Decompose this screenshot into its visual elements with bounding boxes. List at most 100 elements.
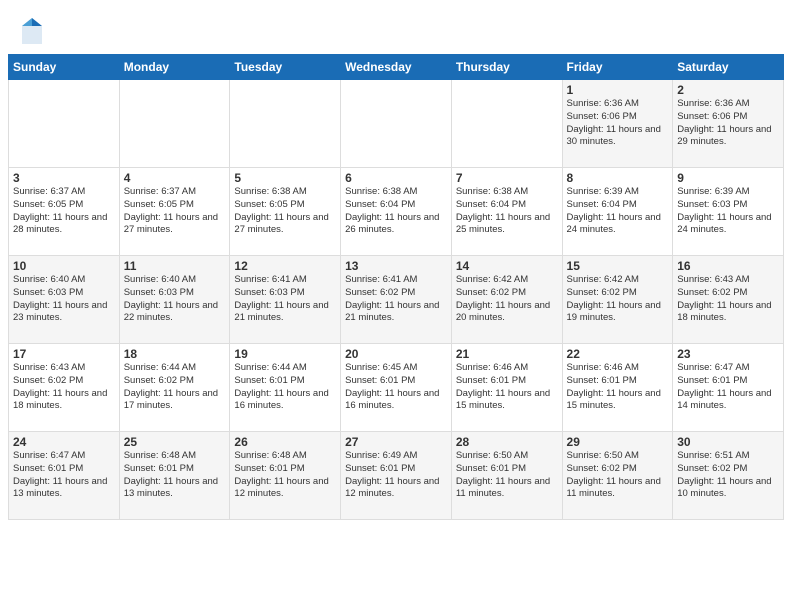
day-cell: 15Sunrise: 6:42 AM Sunset: 6:02 PM Dayli… <box>562 256 673 344</box>
day-detail: Sunrise: 6:42 AM Sunset: 6:02 PM Dayligh… <box>456 274 558 325</box>
day-cell: 1Sunrise: 6:36 AM Sunset: 6:06 PM Daylig… <box>562 80 673 168</box>
day-detail: Sunrise: 6:36 AM Sunset: 6:06 PM Dayligh… <box>567 98 669 149</box>
day-cell: 19Sunrise: 6:44 AM Sunset: 6:01 PM Dayli… <box>230 344 341 432</box>
day-number: 27 <box>345 435 447 449</box>
day-detail: Sunrise: 6:50 AM Sunset: 6:01 PM Dayligh… <box>456 450 558 501</box>
day-detail: Sunrise: 6:47 AM Sunset: 6:01 PM Dayligh… <box>13 450 115 501</box>
day-number: 7 <box>456 171 558 185</box>
day-number: 3 <box>13 171 115 185</box>
day-cell <box>341 80 452 168</box>
day-detail: Sunrise: 6:48 AM Sunset: 6:01 PM Dayligh… <box>124 450 226 501</box>
day-number: 15 <box>567 259 669 273</box>
day-number: 25 <box>124 435 226 449</box>
calendar-header: SundayMondayTuesdayWednesdayThursdayFrid… <box>9 55 784 80</box>
calendar-body: 1Sunrise: 6:36 AM Sunset: 6:06 PM Daylig… <box>9 80 784 520</box>
day-number: 23 <box>677 347 779 361</box>
day-number: 8 <box>567 171 669 185</box>
day-number: 20 <box>345 347 447 361</box>
day-detail: Sunrise: 6:38 AM Sunset: 6:05 PM Dayligh… <box>234 186 336 237</box>
day-detail: Sunrise: 6:43 AM Sunset: 6:02 PM Dayligh… <box>677 274 779 325</box>
day-cell: 20Sunrise: 6:45 AM Sunset: 6:01 PM Dayli… <box>341 344 452 432</box>
day-cell: 25Sunrise: 6:48 AM Sunset: 6:01 PM Dayli… <box>119 432 230 520</box>
header-row: SundayMondayTuesdayWednesdayThursdayFrid… <box>9 55 784 80</box>
week-row-5: 24Sunrise: 6:47 AM Sunset: 6:01 PM Dayli… <box>9 432 784 520</box>
day-cell: 10Sunrise: 6:40 AM Sunset: 6:03 PM Dayli… <box>9 256 120 344</box>
day-detail: Sunrise: 6:44 AM Sunset: 6:02 PM Dayligh… <box>124 362 226 413</box>
day-number: 5 <box>234 171 336 185</box>
day-detail: Sunrise: 6:46 AM Sunset: 6:01 PM Dayligh… <box>456 362 558 413</box>
day-cell: 14Sunrise: 6:42 AM Sunset: 6:02 PM Dayli… <box>451 256 562 344</box>
day-cell: 16Sunrise: 6:43 AM Sunset: 6:02 PM Dayli… <box>673 256 784 344</box>
day-number: 19 <box>234 347 336 361</box>
day-number: 12 <box>234 259 336 273</box>
day-cell: 13Sunrise: 6:41 AM Sunset: 6:02 PM Dayli… <box>341 256 452 344</box>
day-number: 26 <box>234 435 336 449</box>
day-number: 17 <box>13 347 115 361</box>
day-cell: 17Sunrise: 6:43 AM Sunset: 6:02 PM Dayli… <box>9 344 120 432</box>
day-cell <box>119 80 230 168</box>
day-number: 1 <box>567 83 669 97</box>
day-cell: 3Sunrise: 6:37 AM Sunset: 6:05 PM Daylig… <box>9 168 120 256</box>
day-cell: 23Sunrise: 6:47 AM Sunset: 6:01 PM Dayli… <box>673 344 784 432</box>
day-cell: 30Sunrise: 6:51 AM Sunset: 6:02 PM Dayli… <box>673 432 784 520</box>
day-cell: 11Sunrise: 6:40 AM Sunset: 6:03 PM Dayli… <box>119 256 230 344</box>
day-detail: Sunrise: 6:39 AM Sunset: 6:04 PM Dayligh… <box>567 186 669 237</box>
day-number: 14 <box>456 259 558 273</box>
day-detail: Sunrise: 6:38 AM Sunset: 6:04 PM Dayligh… <box>456 186 558 237</box>
week-row-2: 3 Sunrise: 6:37 AM Sunset: 6:05 PM Daylig… <box>9 168 784 256</box>
day-detail: Sunrise: 6:43 AM Sunset: 6:02 PM Dayligh… <box>13 362 115 413</box>
day-cell: 8Sunrise: 6:39 AM Sunset: 6:04 PM Daylig… <box>562 168 673 256</box>
day-detail: Sunrise: 6:49 AM Sunset: 6:01 PM Dayligh… <box>345 450 447 501</box>
day-number: 22 <box>567 347 669 361</box>
day-number: 4 <box>124 171 226 185</box>
day-number: 30 <box>677 435 779 449</box>
logo <box>20 16 48 46</box>
day-header-saturday: Saturday <box>673 55 784 80</box>
day-number: 21 <box>456 347 558 361</box>
day-cell <box>230 80 341 168</box>
day-number: 13 <box>345 259 447 273</box>
logo-icon <box>20 16 44 46</box>
day-cell: 28Sunrise: 6:50 AM Sunset: 6:01 PM Dayli… <box>451 432 562 520</box>
day-cell: 29Sunrise: 6:50 AM Sunset: 6:02 PM Dayli… <box>562 432 673 520</box>
day-header-tuesday: Tuesday <box>230 55 341 80</box>
day-detail: Sunrise: 6:39 AM Sunset: 6:03 PM Dayligh… <box>677 186 779 237</box>
day-number: 10 <box>13 259 115 273</box>
day-header-wednesday: Wednesday <box>341 55 452 80</box>
day-detail: Sunrise: 6:51 AM Sunset: 6:02 PM Dayligh… <box>677 450 779 501</box>
week-row-3: 10Sunrise: 6:40 AM Sunset: 6:03 PM Dayli… <box>9 256 784 344</box>
day-detail: Sunrise: 6:40 AM Sunset: 6:03 PM Dayligh… <box>13 274 115 325</box>
day-detail: Sunrise: 6:37 AM Sunset: 6:05 PM Dayligh… <box>124 186 226 237</box>
day-number: 29 <box>567 435 669 449</box>
day-number: 11 <box>124 259 226 273</box>
day-detail: Sunrise: 6:42 AM Sunset: 6:02 PM Dayligh… <box>567 274 669 325</box>
day-number: 2 <box>677 83 779 97</box>
day-cell: 27Sunrise: 6:49 AM Sunset: 6:01 PM Dayli… <box>341 432 452 520</box>
day-header-monday: Monday <box>119 55 230 80</box>
day-cell: 26Sunrise: 6:48 AM Sunset: 6:01 PM Dayli… <box>230 432 341 520</box>
day-detail: Sunrise: 6:50 AM Sunset: 6:02 PM Dayligh… <box>567 450 669 501</box>
day-cell: 4Sunrise: 6:37 AM Sunset: 6:05 PM Daylig… <box>119 168 230 256</box>
day-number: 6 <box>345 171 447 185</box>
day-detail: Sunrise: 6:47 AM Sunset: 6:01 PM Dayligh… <box>677 362 779 413</box>
day-detail: Sunrise: 6:45 AM Sunset: 6:01 PM Dayligh… <box>345 362 447 413</box>
day-cell <box>9 80 120 168</box>
day-cell: 24Sunrise: 6:47 AM Sunset: 6:01 PM Dayli… <box>9 432 120 520</box>
page-header <box>0 0 792 54</box>
day-cell <box>451 80 562 168</box>
day-detail: Sunrise: 6:44 AM Sunset: 6:01 PM Dayligh… <box>234 362 336 413</box>
day-detail: Sunrise: 6:38 AM Sunset: 6:04 PM Dayligh… <box>345 186 447 237</box>
day-cell: 9Sunrise: 6:39 AM Sunset: 6:03 PM Daylig… <box>673 168 784 256</box>
day-header-thursday: Thursday <box>451 55 562 80</box>
day-detail: Sunrise: 6:36 AM Sunset: 6:06 PM Dayligh… <box>677 98 779 149</box>
day-number: 9 <box>677 171 779 185</box>
day-number: 18 <box>124 347 226 361</box>
day-header-sunday: Sunday <box>9 55 120 80</box>
week-row-4: 17Sunrise: 6:43 AM Sunset: 6:02 PM Dayli… <box>9 344 784 432</box>
day-cell: 21Sunrise: 6:46 AM Sunset: 6:01 PM Dayli… <box>451 344 562 432</box>
day-number: 28 <box>456 435 558 449</box>
day-cell: 22Sunrise: 6:46 AM Sunset: 6:01 PM Dayli… <box>562 344 673 432</box>
day-cell: 5Sunrise: 6:38 AM Sunset: 6:05 PM Daylig… <box>230 168 341 256</box>
day-header-friday: Friday <box>562 55 673 80</box>
day-detail: Sunrise: 6:48 AM Sunset: 6:01 PM Dayligh… <box>234 450 336 501</box>
